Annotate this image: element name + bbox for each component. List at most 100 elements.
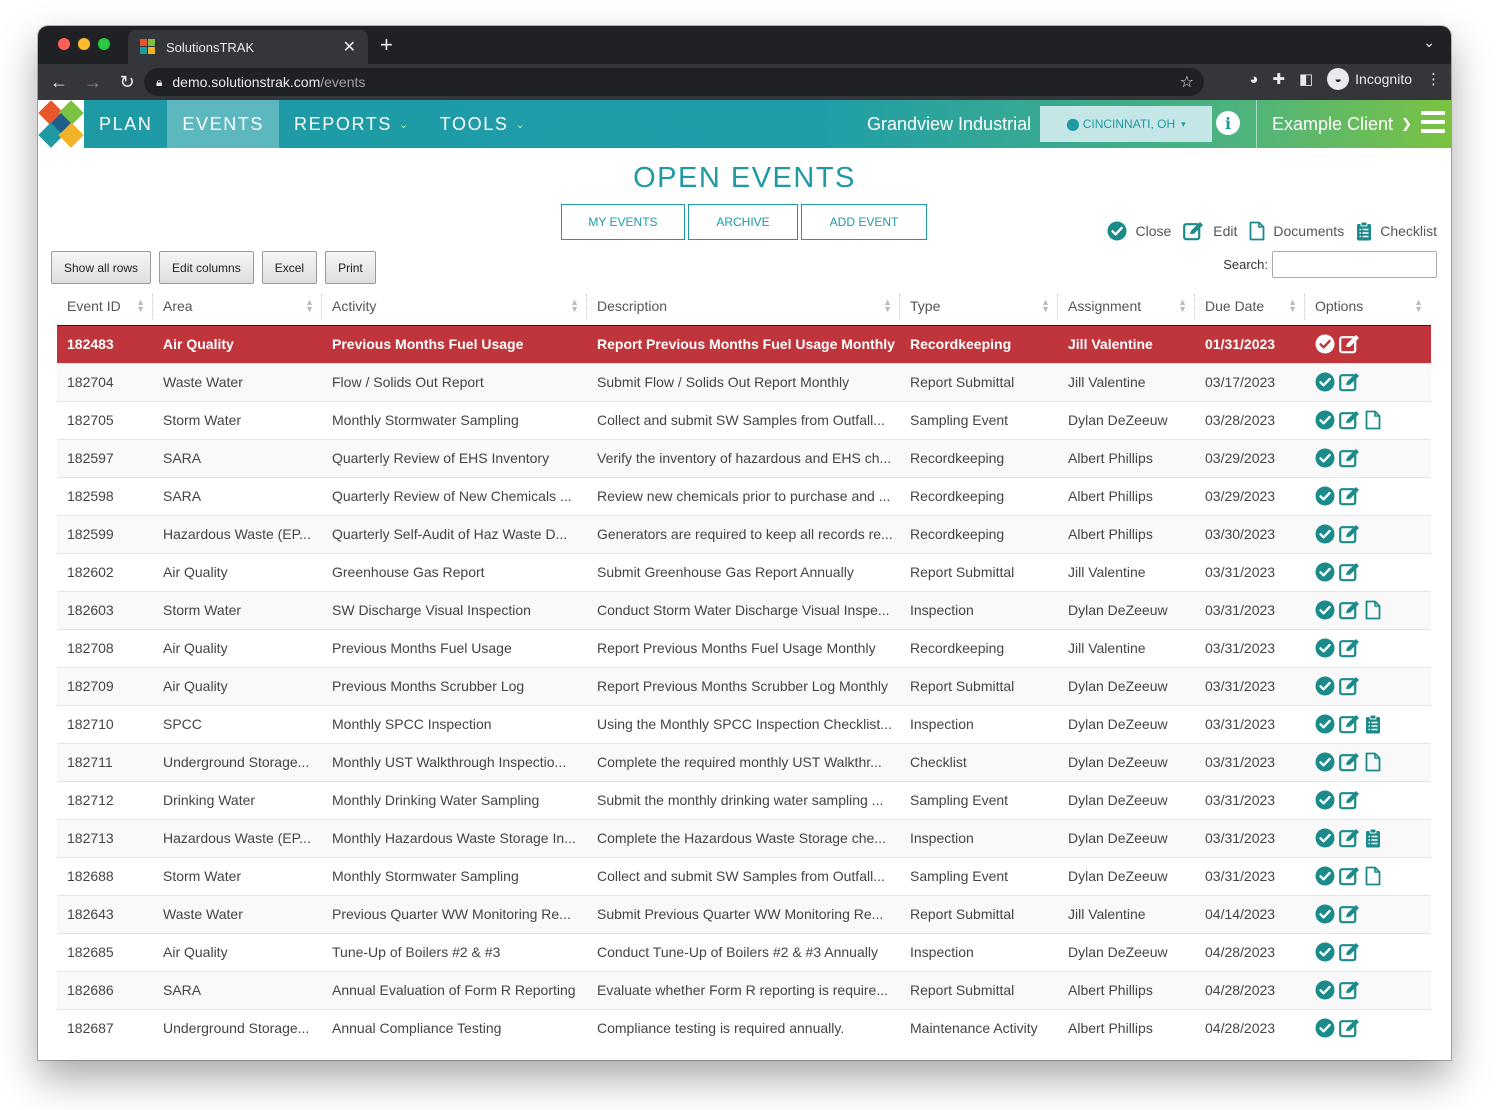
location-selector[interactable]: ⬤ CINCINNATI, OH ▾: [1040, 106, 1212, 142]
close-event-check-icon[interactable]: [1315, 904, 1335, 924]
table-row[interactable]: 182704 Waste Water Flow / Solids Out Repor…: [57, 362, 1431, 401]
print-button[interactable]: Print: [325, 251, 376, 284]
edit-event-icon[interactable]: [1339, 524, 1361, 544]
column-header-options[interactable]: Options ▲ ▼: [1305, 288, 1431, 326]
tab-search-chevron-icon[interactable]: ⌄: [1423, 34, 1435, 51]
close-event-check-icon[interactable]: [1315, 524, 1335, 544]
edit-event-icon[interactable]: [1339, 752, 1361, 772]
close-event-check-icon[interactable]: [1315, 714, 1335, 734]
solutionstrak-logo[interactable]: [38, 100, 84, 148]
client-selector[interactable]: Example Client ❯: [1256, 100, 1412, 148]
hamburger-menu-icon[interactable]: [1421, 111, 1445, 133]
bookmark-star-icon[interactable]: ☆: [1180, 72, 1194, 92]
column-header-description[interactable]: Description ▲ ▼: [587, 288, 900, 326]
checklist-icon[interactable]: [1365, 714, 1381, 734]
edit-event-icon[interactable]: [1339, 980, 1361, 1000]
table-row[interactable]: 182712 Drinking Water Monthly Drinking Wat…: [57, 780, 1431, 819]
add-event-button[interactable]: ADD EVENT: [801, 204, 927, 240]
documents-icon[interactable]: [1365, 752, 1381, 772]
nav-item-plan[interactable]: PLAN: [84, 100, 167, 148]
close-event-check-icon[interactable]: [1315, 866, 1335, 886]
edit-event-icon[interactable]: [1339, 676, 1361, 696]
close-event-check-icon[interactable]: [1315, 828, 1335, 848]
table-row[interactable]: 182705 Storm Water Monthly Stormwater Samp…: [57, 400, 1431, 439]
close-event-check-icon[interactable]: [1315, 334, 1335, 354]
table-row[interactable]: 182711 Underground Storage... Monthly UST …: [57, 742, 1431, 781]
table-row[interactable]: 182685 Air Quality Tune-Up of Boilers #2 &…: [57, 932, 1431, 971]
edit-event-icon[interactable]: [1339, 410, 1361, 430]
edit-event-icon[interactable]: [1339, 904, 1361, 924]
tab-close-icon[interactable]: ✕: [343, 37, 356, 57]
nav-item-reports[interactable]: REPORTS ⌄: [279, 100, 425, 148]
table-row[interactable]: 182603 Storm Water SW Discharge Visual Ins…: [57, 590, 1431, 629]
close-event-check-icon[interactable]: [1315, 638, 1335, 658]
column-header-area[interactable]: Area ▲ ▼: [153, 288, 322, 326]
documents-icon[interactable]: [1365, 600, 1381, 620]
table-row[interactable]: 182687 Underground Storage... Annual Compl…: [57, 1008, 1431, 1047]
nav-item-events[interactable]: EVENTS: [167, 100, 280, 148]
extension-icon[interactable]: ◕: [1249, 71, 1258, 88]
close-event-check-icon[interactable]: [1315, 486, 1335, 506]
show-all-rows-button[interactable]: Show all rows: [51, 251, 152, 284]
table-row[interactable]: 182598 SARA Quarterly Review of New Chemic…: [57, 476, 1431, 515]
browser-menu-icon[interactable]: ⋮: [1426, 70, 1441, 88]
column-header-assignment[interactable]: Assignment ▲ ▼: [1058, 288, 1195, 326]
checklist-icon[interactable]: [1365, 828, 1381, 848]
edit-event-icon[interactable]: [1339, 714, 1361, 734]
excel-button[interactable]: Excel: [261, 251, 318, 284]
table-row[interactable]: 182597 SARA Quarterly Review of EHS Invent…: [57, 438, 1431, 477]
side-panel-icon[interactable]: ◧: [1299, 70, 1313, 88]
browser-tab[interactable]: SolutionsTRAK ✕: [128, 30, 368, 64]
puzzle-extensions-icon[interactable]: ✚: [1272, 70, 1285, 88]
edit-event-icon[interactable]: [1339, 638, 1361, 658]
edit-event-icon[interactable]: [1339, 448, 1361, 468]
column-header-activity[interactable]: Activity ▲ ▼: [322, 288, 587, 326]
close-event-check-icon[interactable]: [1315, 1018, 1335, 1038]
table-row[interactable]: 182688 Storm Water Monthly Stormwater Samp…: [57, 856, 1431, 895]
address-bar[interactable]: 🔒︎ demo.solutionstrak.com/events ☆: [144, 68, 1204, 96]
edit-event-icon[interactable]: [1339, 1018, 1361, 1038]
column-header-event-id[interactable]: Event ID ▲ ▼: [57, 288, 153, 326]
table-row[interactable]: 182713 Hazardous Waste (EP... Monthly Haza…: [57, 818, 1431, 857]
column-header-due-date[interactable]: Due Date ▲ ▼: [1195, 288, 1305, 326]
nav-item-tools[interactable]: TOOLS ⌄: [425, 100, 542, 148]
my-events-button[interactable]: MY EVENTS: [561, 204, 685, 240]
table-row[interactable]: 182710 SPCC Monthly SPCC Inspection Using t…: [57, 704, 1431, 743]
table-row[interactable]: 182686 SARA Annual Evaluation of Form R Re…: [57, 970, 1431, 1009]
edit-columns-button[interactable]: Edit columns: [159, 251, 254, 284]
close-event-check-icon[interactable]: [1315, 372, 1335, 392]
close-event-check-icon[interactable]: [1315, 980, 1335, 1000]
edit-event-icon[interactable]: [1339, 486, 1361, 506]
close-event-check-icon[interactable]: [1315, 410, 1335, 430]
back-arrow-icon[interactable]: ←: [42, 72, 76, 93]
forward-arrow-icon[interactable]: →: [76, 72, 110, 93]
close-event-check-icon[interactable]: [1315, 562, 1335, 582]
edit-event-icon[interactable]: [1339, 828, 1361, 848]
table-row[interactable]: 182643 Waste Water Previous Quarter WW Mon…: [57, 894, 1431, 933]
new-tab-button[interactable]: +: [380, 32, 393, 58]
window-minimize-button[interactable]: [78, 38, 90, 50]
documents-icon[interactable]: [1365, 866, 1381, 886]
close-event-check-icon[interactable]: [1315, 600, 1335, 620]
close-event-check-icon[interactable]: [1315, 752, 1335, 772]
search-input[interactable]: [1272, 251, 1437, 278]
reload-icon[interactable]: ↻: [110, 72, 144, 93]
archive-button[interactable]: ARCHIVE: [688, 204, 798, 240]
edit-event-icon[interactable]: [1339, 372, 1361, 392]
edit-event-icon[interactable]: [1339, 942, 1361, 962]
column-header-type[interactable]: Type ▲ ▼: [900, 288, 1058, 326]
documents-icon[interactable]: [1365, 410, 1381, 430]
table-row[interactable]: 182483 Air Quality Previous Months Fuel Us…: [57, 325, 1431, 363]
close-event-check-icon[interactable]: [1315, 942, 1335, 962]
table-row[interactable]: 182709 Air Quality Previous Months Scrubbe…: [57, 666, 1431, 705]
info-icon[interactable]: i: [1216, 111, 1240, 135]
edit-event-icon[interactable]: [1339, 790, 1361, 810]
table-row[interactable]: 182602 Air Quality Greenhouse Gas Report Su…: [57, 552, 1431, 591]
close-event-check-icon[interactable]: [1315, 448, 1335, 468]
window-zoom-button[interactable]: [98, 38, 110, 50]
edit-event-icon[interactable]: [1339, 562, 1361, 582]
edit-event-icon[interactable]: [1339, 866, 1361, 886]
close-event-check-icon[interactable]: [1315, 676, 1335, 696]
close-event-check-icon[interactable]: [1315, 790, 1335, 810]
window-close-button[interactable]: [58, 38, 70, 50]
